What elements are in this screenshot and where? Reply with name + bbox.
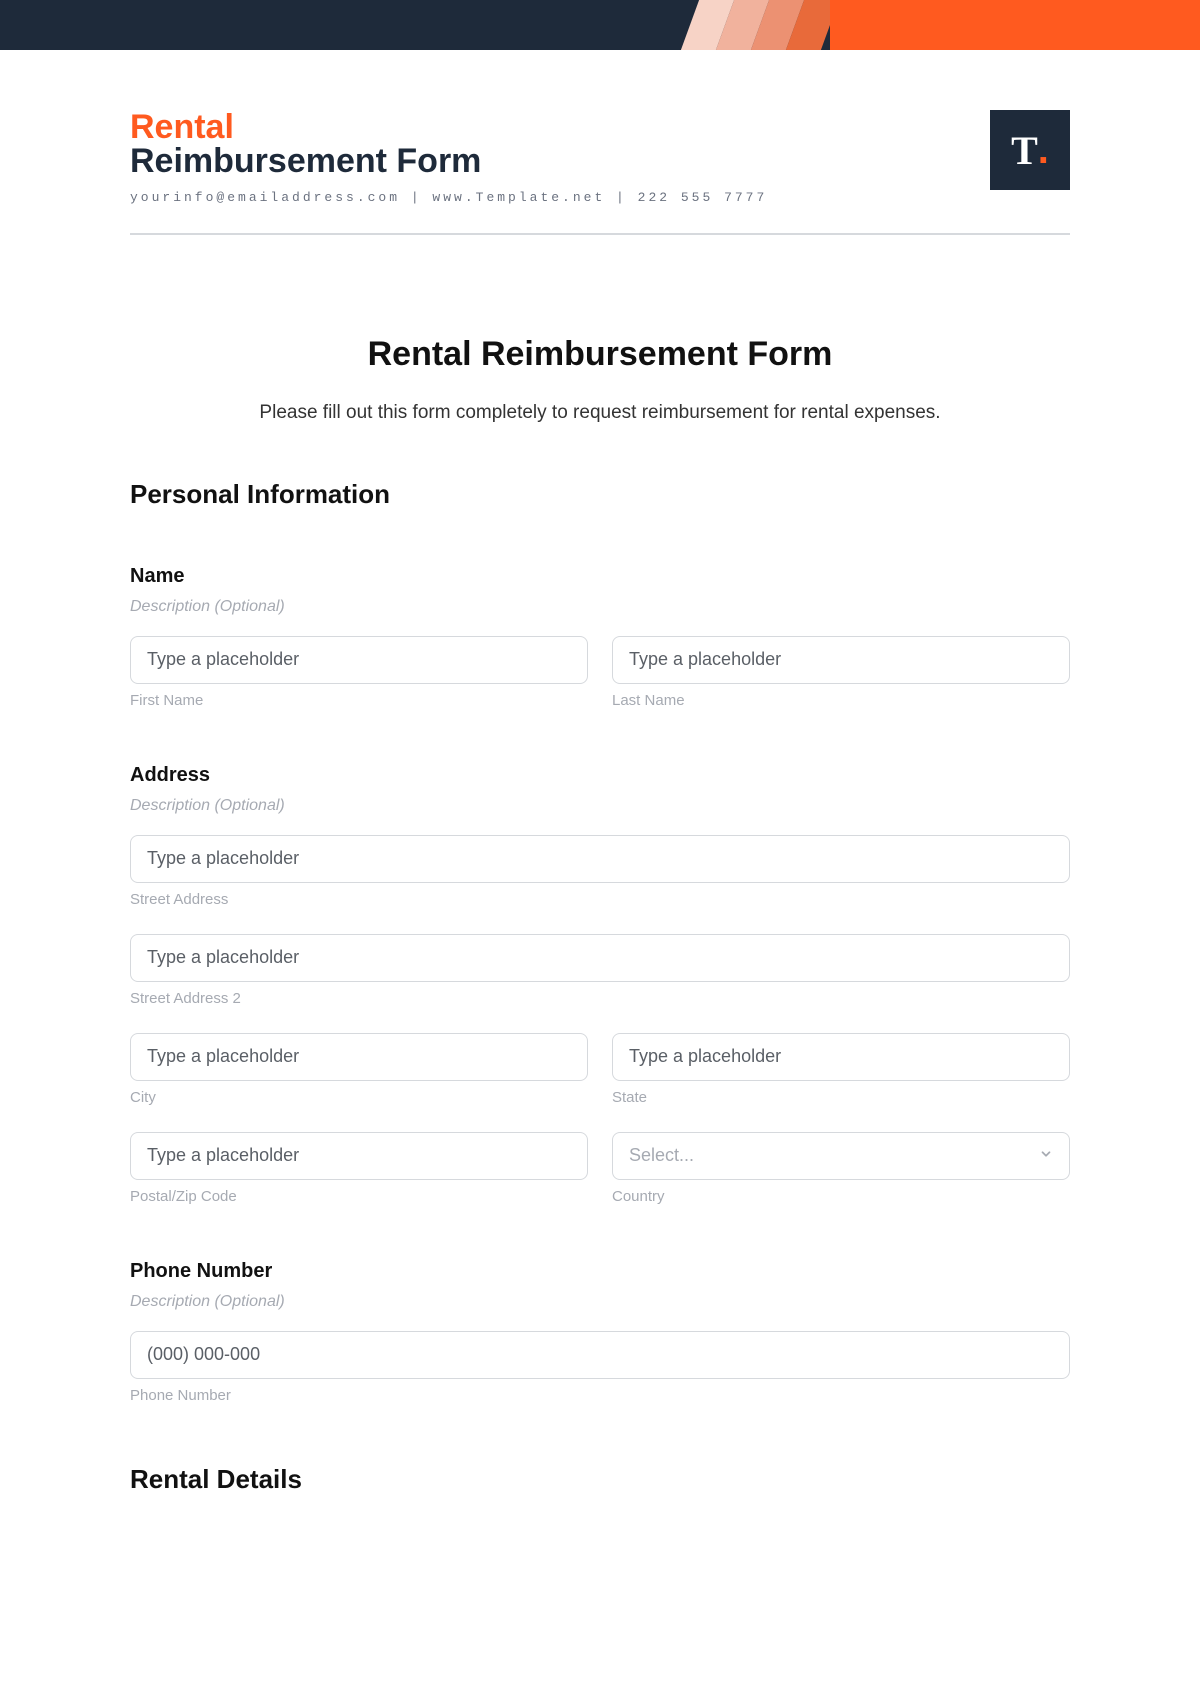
country-select[interactable]: Select... bbox=[612, 1132, 1070, 1180]
city-input[interactable] bbox=[130, 1033, 588, 1081]
phone-description: Description (Optional) bbox=[130, 1293, 1070, 1311]
header-divider bbox=[130, 233, 1070, 235]
postal-code-input[interactable] bbox=[130, 1132, 588, 1180]
postal-code-sublabel: Postal/Zip Code bbox=[130, 1188, 588, 1205]
section-personal-information: Personal Information bbox=[130, 479, 1070, 510]
name-description: Description (Optional) bbox=[130, 598, 1070, 616]
brand-line-2: Reimbursement Form bbox=[130, 144, 767, 180]
first-name-input[interactable] bbox=[130, 636, 588, 684]
country-sublabel: Country bbox=[612, 1188, 1070, 1205]
phone-label: Phone Number bbox=[130, 1260, 1070, 1283]
state-input[interactable] bbox=[612, 1033, 1070, 1081]
state-sublabel: State bbox=[612, 1089, 1070, 1106]
last-name-input[interactable] bbox=[612, 636, 1070, 684]
letterhead: Rental Reimbursement Form yourinfo@email… bbox=[130, 110, 1070, 205]
address-label: Address bbox=[130, 764, 1070, 787]
street-address-2-input[interactable] bbox=[130, 934, 1070, 982]
form-intro: Please fill out this form completely to … bbox=[130, 402, 1070, 424]
logo: T. bbox=[990, 110, 1070, 190]
section-rental-details: Rental Details bbox=[130, 1464, 1070, 1495]
address-description: Description (Optional) bbox=[130, 797, 1070, 815]
name-group: Name Description (Optional) First Name L… bbox=[130, 565, 1070, 709]
top-bar-accent bbox=[740, 0, 1200, 50]
first-name-sublabel: First Name bbox=[130, 692, 588, 709]
last-name-sublabel: Last Name bbox=[612, 692, 1070, 709]
logo-letter: T bbox=[1011, 127, 1038, 174]
contact-info: yourinfo@emailaddress.com | www.Template… bbox=[130, 190, 767, 205]
country-select-value: Select... bbox=[629, 1145, 694, 1166]
phone-group: Phone Number Description (Optional) Phon… bbox=[130, 1260, 1070, 1404]
address-group: Address Description (Optional) Street Ad… bbox=[130, 764, 1070, 1205]
logo-dot: . bbox=[1038, 128, 1049, 173]
city-sublabel: City bbox=[130, 1089, 588, 1106]
chevron-down-icon bbox=[1039, 1145, 1053, 1166]
name-label: Name bbox=[130, 565, 1070, 588]
form-title: Rental Reimbursement Form bbox=[130, 335, 1070, 374]
street-address-input[interactable] bbox=[130, 835, 1070, 883]
brand-line-1: Rental bbox=[130, 110, 767, 144]
street-address-2-sublabel: Street Address 2 bbox=[130, 990, 1070, 1007]
street-address-sublabel: Street Address bbox=[130, 891, 1070, 908]
phone-number-input[interactable] bbox=[130, 1331, 1070, 1379]
top-bar bbox=[0, 0, 1200, 50]
phone-number-sublabel: Phone Number bbox=[130, 1387, 1070, 1404]
